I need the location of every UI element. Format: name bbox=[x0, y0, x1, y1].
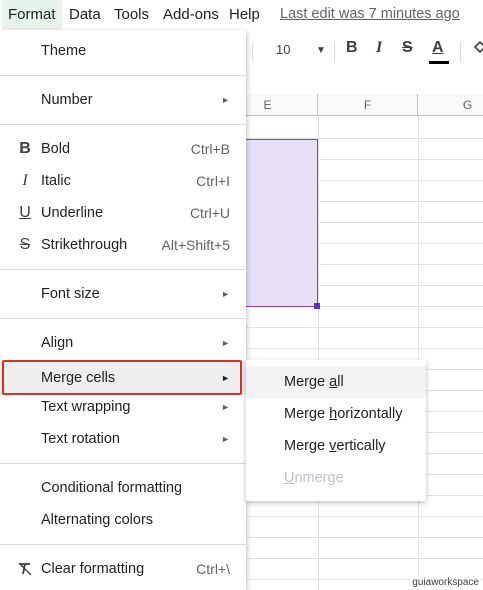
submenu-arrow-icon: ► bbox=[221, 289, 230, 299]
italic-button[interactable]: I bbox=[376, 39, 382, 57]
menu-divider bbox=[0, 75, 246, 76]
format-menu: Theme Number ► B Bold Ctrl+B I Italic Ct… bbox=[0, 30, 246, 590]
submenu-item-label: Unmerge bbox=[284, 470, 344, 486]
column-header-f[interactable]: F bbox=[318, 94, 418, 116]
menu-item-label: Number bbox=[41, 92, 93, 108]
menu-add-ons[interactable]: Add-ons bbox=[157, 0, 225, 30]
strikethrough-icon: S bbox=[19, 236, 31, 253]
toolbar-divider bbox=[334, 42, 335, 62]
menu-item-label: Font size bbox=[41, 286, 100, 302]
menu-bar: Format Data Tools Add-ons Help Last edit… bbox=[0, 0, 483, 30]
menu-item-label: Text rotation bbox=[41, 431, 120, 447]
submenu-arrow-icon: ► bbox=[221, 402, 230, 412]
toolbar: 10 ▼ B I S A bbox=[246, 33, 483, 69]
submenu-arrow-icon: ► bbox=[221, 434, 230, 444]
last-edit-link[interactable]: Last edit was 7 minutes ago bbox=[280, 6, 460, 22]
menu-item-label: Clear formatting bbox=[41, 561, 145, 577]
bold-icon: B bbox=[19, 140, 31, 157]
menu-item-number[interactable]: Number ► bbox=[0, 84, 246, 116]
strikethrough-button[interactable]: S bbox=[402, 39, 413, 57]
menu-item-bold[interactable]: B Bold Ctrl+B bbox=[0, 133, 246, 165]
submenu-item-label: Merge horizontally bbox=[284, 406, 403, 422]
menu-item-conditional-formatting[interactable]: Conditional formatting bbox=[0, 472, 246, 504]
menu-item-label: Bold bbox=[41, 141, 71, 157]
menu-item-underline[interactable]: U Underline Ctrl+U bbox=[0, 197, 246, 229]
grid-column-line bbox=[318, 116, 319, 590]
toolbar-divider bbox=[252, 42, 253, 62]
menu-item-label: Conditional formatting bbox=[41, 480, 183, 496]
menu-item-text-rotation[interactable]: Text rotation ► bbox=[0, 423, 246, 455]
submenu-item-unmerge: Unmerge bbox=[246, 462, 426, 494]
column-header-g[interactable]: G bbox=[418, 94, 483, 116]
menu-item-text-wrapping[interactable]: Text wrapping ► bbox=[0, 391, 246, 423]
shortcut-label: Ctrl+I bbox=[196, 173, 230, 189]
shortcut-label: Ctrl+B bbox=[190, 141, 230, 157]
submenu-item-merge-all[interactable]: Merge all bbox=[246, 366, 426, 398]
menu-item-label: Underline bbox=[41, 205, 104, 221]
menu-data[interactable]: Data bbox=[63, 0, 107, 30]
menu-divider bbox=[0, 124, 246, 125]
cell-selection-range[interactable] bbox=[236, 139, 318, 307]
font-size-dropdown-icon[interactable]: ▼ bbox=[316, 45, 326, 56]
menu-item-alternating-colors[interactable]: Alternating colors bbox=[0, 504, 246, 536]
selection-fill-handle[interactable] bbox=[314, 303, 320, 309]
menu-item-font-size[interactable]: Font size ► bbox=[0, 278, 246, 310]
shortcut-label: Alt+Shift+5 bbox=[161, 237, 231, 253]
menu-divider bbox=[0, 544, 246, 545]
menu-item-label: Alternating colors bbox=[41, 512, 154, 528]
menu-item-strikethrough[interactable]: S Strikethrough Alt+Shift+5 bbox=[0, 229, 246, 261]
text-color-swatch bbox=[429, 61, 449, 64]
submenu-item-merge-vertically[interactable]: Merge vertically bbox=[246, 430, 426, 462]
submenu-item-merge-horizontally[interactable]: Merge horizontally bbox=[246, 398, 426, 430]
fill-color-icon[interactable] bbox=[472, 39, 483, 60]
menu-item-label: Text wrapping bbox=[41, 399, 131, 415]
menu-item-label: Strikethrough bbox=[41, 237, 128, 253]
menu-divider bbox=[0, 318, 246, 319]
submenu-item-label: Merge all bbox=[284, 374, 344, 390]
text-color-button[interactable]: A bbox=[432, 39, 444, 57]
menu-divider bbox=[0, 463, 246, 464]
menu-item-clear-formatting[interactable]: Clear formatting Ctrl+\ bbox=[0, 553, 246, 585]
shortcut-label: Ctrl+\ bbox=[196, 561, 230, 577]
toolbar-divider bbox=[460, 42, 461, 62]
merge-cells-submenu: Merge all Merge horizontally Merge verti… bbox=[246, 360, 426, 501]
menu-item-theme[interactable]: Theme bbox=[0, 35, 246, 67]
menu-divider bbox=[0, 269, 246, 270]
grid-column-line bbox=[418, 116, 419, 590]
submenu-item-label: Merge vertically bbox=[284, 438, 386, 454]
watermark: guiaworkspace bbox=[410, 577, 481, 588]
font-size-value[interactable]: 10 bbox=[276, 42, 290, 57]
bold-button[interactable]: B bbox=[346, 39, 358, 57]
italic-icon: I bbox=[22, 172, 28, 189]
menu-help[interactable]: Help bbox=[223, 0, 266, 30]
shortcut-label: Ctrl+U bbox=[189, 205, 230, 221]
menu-item-italic[interactable]: I Italic Ctrl+I bbox=[0, 165, 246, 197]
menu-format[interactable]: Format bbox=[2, 0, 62, 30]
underline-icon: U bbox=[19, 204, 31, 221]
menu-item-label: Italic bbox=[41, 173, 71, 189]
menu-tools[interactable]: Tools bbox=[108, 0, 155, 30]
highlight-annotation-box bbox=[2, 360, 242, 395]
menu-item-align[interactable]: Align ► bbox=[0, 327, 246, 359]
submenu-arrow-icon: ► bbox=[221, 95, 230, 105]
submenu-arrow-icon: ► bbox=[221, 338, 230, 348]
clear-formatting-icon bbox=[16, 553, 34, 585]
menu-item-label: Align bbox=[41, 335, 74, 351]
menu-item-label: Theme bbox=[41, 43, 87, 59]
